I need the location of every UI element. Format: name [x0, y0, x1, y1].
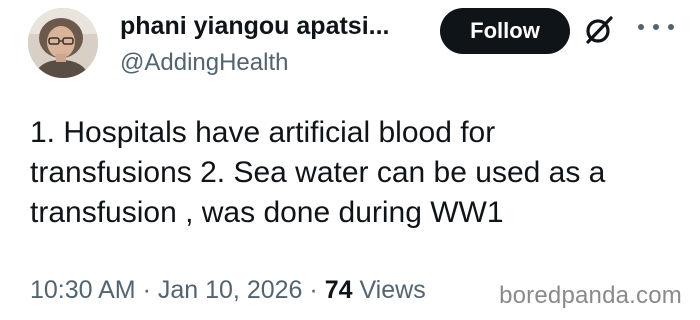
tweet-card: phani yiangou apatsi... @AddingHealth Fo… [0, 0, 700, 320]
user-handle[interactable]: @AddingHealth [120, 49, 288, 77]
display-name[interactable]: phani yiangou apatsi... [120, 12, 420, 41]
watermark: boredpanda.com [499, 282, 682, 309]
slashed-circle-icon-svg [586, 16, 613, 44]
tweet-meta: 10:30 AM · Jan 10, 2026 · 74 Views [30, 276, 426, 305]
tweet-line: transfusions 2. Sea water can be used as… [30, 156, 606, 189]
follow-button[interactable]: Follow [440, 8, 570, 54]
dot [668, 24, 674, 30]
tweet-line: 1. Hospitals have artificial blood for [30, 116, 496, 149]
tweet-time[interactable]: 10:30 AM [30, 276, 136, 304]
tweet-date[interactable]: Jan 10, 2026 [158, 276, 303, 304]
views-label: Views [359, 276, 426, 304]
dot [653, 24, 659, 30]
avatar[interactable] [28, 8, 98, 78]
views-count: 74 [324, 276, 353, 304]
separator: · [309, 276, 318, 304]
tweet-line: transfusion , was done during WW1 [30, 196, 504, 229]
slashed-circle-icon[interactable] [582, 13, 616, 47]
more-dots-icon[interactable] [638, 14, 674, 40]
tweet-text: 1. Hospitals have artificial blood for t… [30, 113, 680, 233]
avatar-image [28, 8, 98, 78]
dot [638, 24, 644, 30]
separator: · [142, 276, 151, 304]
